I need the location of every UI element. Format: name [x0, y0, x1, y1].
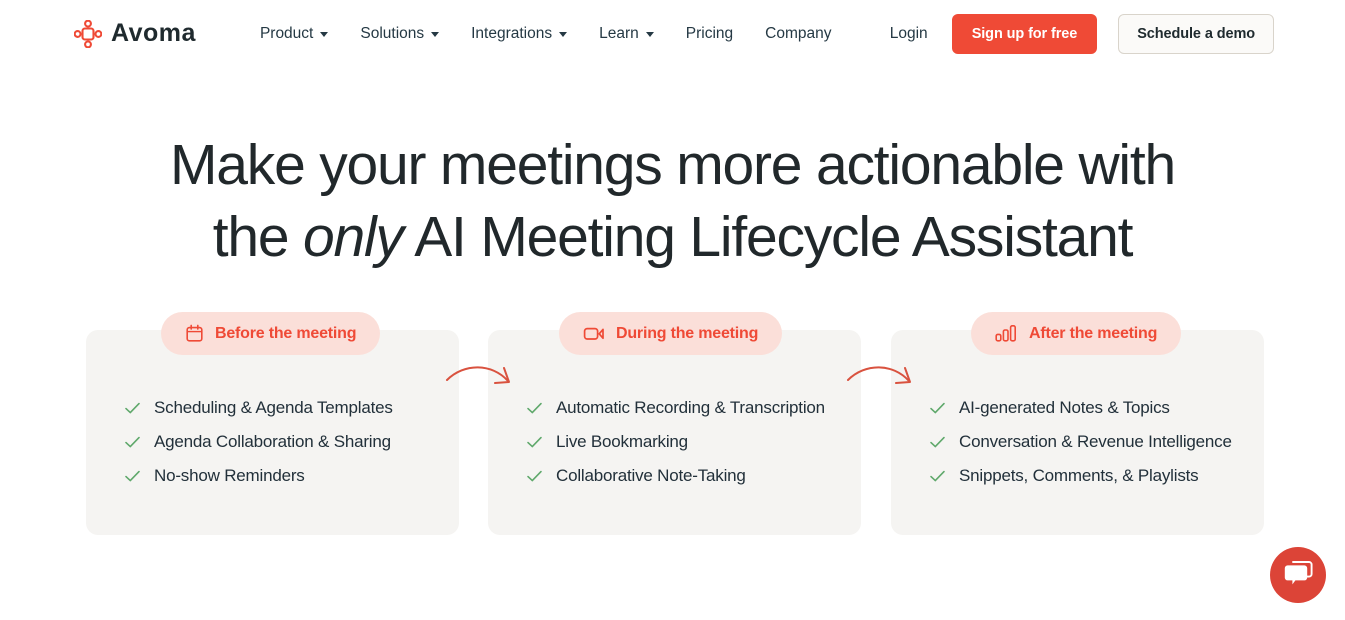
- check-icon: [125, 402, 140, 413]
- feature-label: Collaborative Note-Taking: [556, 466, 746, 485]
- site-header: Avoma Product Solutions Integrations Lea…: [0, 0, 1345, 67]
- meeting-lifecycle-stages: Scheduling & Agenda Templates Agenda Col…: [0, 312, 1345, 542]
- page-title: Make your meetings more actionable with …: [113, 129, 1233, 273]
- flow-arrow-icon-1: [446, 366, 510, 384]
- feature-item: Automatic Recording & Transcription: [526, 398, 825, 418]
- feature-item: No-show Reminders: [124, 466, 393, 486]
- stage-card-before: Scheduling & Agenda Templates Agenda Col…: [86, 330, 459, 535]
- login-link[interactable]: Login: [890, 25, 928, 43]
- check-icon: [930, 436, 945, 447]
- avoma-logo-icon: [74, 19, 102, 48]
- feature-label: Snippets, Comments, & Playlists: [959, 466, 1199, 485]
- chevron-down-icon: [431, 32, 440, 37]
- check-icon: [930, 402, 945, 413]
- check-icon: [527, 402, 542, 413]
- logo-link[interactable]: Avoma: [74, 19, 196, 48]
- nav-label: Product: [259, 24, 314, 42]
- stage-pill-label: After the meeting: [1029, 324, 1158, 342]
- nav-item-company[interactable]: Company: [765, 25, 831, 43]
- logo-wordmark: Avoma: [111, 19, 196, 47]
- stage-pill-label: Before the meeting: [215, 324, 357, 342]
- stage-pill-after[interactable]: After the meeting: [971, 312, 1182, 355]
- feature-item: Snippets, Comments, & Playlists: [929, 466, 1232, 486]
- check-icon: [527, 436, 542, 447]
- stage-pill-during[interactable]: During the meeting: [559, 312, 783, 355]
- main-nav: Product Solutions Integrations Learn Pri…: [260, 25, 832, 43]
- feature-item: Scheduling & Agenda Templates: [124, 398, 393, 418]
- feature-label: Live Bookmarking: [556, 432, 688, 451]
- headline-line-2-pre: the: [212, 205, 303, 269]
- nav-label: Pricing: [685, 24, 734, 42]
- headline-line-1: Make your meetings more actionable with: [169, 133, 1176, 197]
- nav-item-pricing[interactable]: Pricing: [686, 25, 733, 43]
- feature-item: AI-generated Notes & Topics: [929, 398, 1232, 418]
- feature-label: No-show Reminders: [154, 466, 305, 485]
- nav-label: Integrations: [471, 24, 553, 42]
- feature-item: Live Bookmarking: [526, 432, 825, 452]
- flow-arrow-icon-2: [847, 366, 911, 384]
- feature-label: Conversation & Revenue Intelligence: [959, 432, 1232, 451]
- stage-pill-label: During the meeting: [616, 324, 759, 342]
- calendar-icon: [185, 324, 204, 343]
- feature-label: AI-generated Notes & Topics: [959, 398, 1170, 417]
- feature-list-after: AI-generated Notes & Topics Conversation…: [929, 398, 1232, 486]
- feature-list-before: Scheduling & Agenda Templates Agenda Col…: [124, 398, 393, 486]
- feature-item: Collaborative Note-Taking: [526, 466, 825, 486]
- nav-item-integrations[interactable]: Integrations: [471, 24, 568, 43]
- check-icon: [930, 470, 945, 481]
- signup-button[interactable]: Sign up for free: [951, 13, 1098, 54]
- headline-emphasis: only: [302, 205, 404, 269]
- nav-label: Company: [765, 24, 832, 42]
- bar-chart-icon: [995, 324, 1018, 343]
- nav-label: Learn: [599, 24, 639, 42]
- chevron-down-icon: [320, 32, 329, 37]
- chat-bubble-icon: [1283, 559, 1313, 592]
- feature-label: Agenda Collaboration & Sharing: [154, 432, 391, 451]
- schedule-demo-button[interactable]: Schedule a demo: [1118, 13, 1274, 54]
- hero-section: Make your meetings more actionable with …: [0, 67, 1345, 273]
- feature-item: Agenda Collaboration & Sharing: [124, 432, 393, 452]
- nav-item-solutions[interactable]: Solutions: [360, 24, 440, 43]
- feature-list-during: Automatic Recording & Transcription Live…: [526, 398, 825, 486]
- stage-card-during: Automatic Recording & Transcription Live…: [488, 330, 861, 535]
- nav-item-learn[interactable]: Learn: [599, 25, 654, 43]
- feature-label: Scheduling & Agenda Templates: [154, 398, 393, 417]
- feature-label: Automatic Recording & Transcription: [556, 398, 825, 417]
- headline-line-2-post: AI Meeting Lifecycle Assistant: [402, 205, 1133, 269]
- nav-item-product[interactable]: Product: [259, 24, 329, 43]
- check-icon: [125, 470, 140, 481]
- check-icon: [527, 470, 542, 481]
- chat-widget-button[interactable]: [1270, 547, 1326, 603]
- check-icon: [125, 436, 140, 447]
- chevron-down-icon: [559, 32, 568, 37]
- header-actions: Login Sign up for free Schedule a demo: [890, 13, 1274, 54]
- video-camera-icon: [583, 324, 605, 343]
- stage-card-after: AI-generated Notes & Topics Conversation…: [891, 330, 1264, 535]
- stage-pill-before[interactable]: Before the meeting: [161, 312, 381, 355]
- chevron-down-icon: [645, 32, 654, 37]
- nav-label: Solutions: [360, 24, 425, 42]
- feature-item: Conversation & Revenue Intelligence: [929, 432, 1232, 452]
